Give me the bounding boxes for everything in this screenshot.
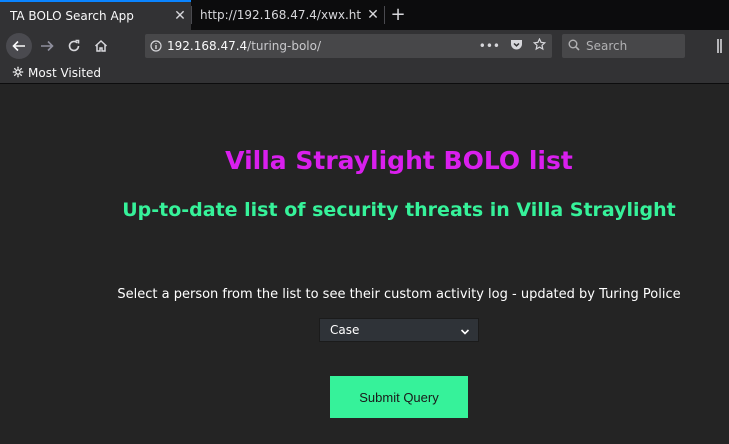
bookmark-star-icon[interactable] [532,37,547,54]
navigation-toolbar: 192.168.47.4/turing-bolo/ ••• Search [0,30,729,62]
close-icon[interactable]: ✕ [362,7,384,23]
submit-button[interactable]: Submit Query [330,376,468,418]
search-icon [568,39,580,54]
tab-active[interactable]: TA BOLO Search App ✕ [0,0,191,30]
forward-arrow-icon[interactable] [34,33,60,59]
tab-label: TA BOLO Search App [10,9,134,23]
bookmark-most-visited[interactable]: Most Visited [12,64,101,82]
reload-icon[interactable] [61,33,87,59]
url-actions: ••• [479,34,547,58]
back-arrow-icon[interactable] [6,33,32,59]
address-bar[interactable]: 192.168.47.4/turing-bolo/ ••• [145,34,552,58]
gear-icon [12,66,24,81]
tab-strip: TA BOLO Search App ✕ http://192.168.47.4… [0,0,729,30]
page-title: Villa Straylight BOLO list [225,146,573,175]
search-input[interactable]: Search [562,34,685,58]
info-icon[interactable] [145,40,167,52]
chevron-down-icon [460,325,470,339]
select-value: Case [330,323,360,337]
page-content: Villa Straylight BOLO list Up-to-date li… [0,84,729,444]
instruction-text: Select a person from the list to see the… [117,287,681,302]
url-text[interactable]: 192.168.47.4/turing-bolo/ [167,39,321,53]
home-icon[interactable] [88,33,114,59]
new-tab-icon[interactable]: + [388,4,408,26]
close-icon[interactable]: ✕ [169,8,191,24]
url-path: /turing-bolo/ [247,39,322,53]
search-placeholder: Search [586,39,628,53]
tab-inactive[interactable]: http://192.168.47.4/xwx.htm ✕ [192,0,384,30]
url-host: 192.168.47.4 [167,39,248,53]
bookmark-label: Most Visited [28,66,102,80]
pocket-icon[interactable] [510,39,523,54]
page-actions-icon[interactable]: ••• [479,39,500,53]
person-select[interactable]: Case [319,318,479,342]
library-icon[interactable] [716,38,729,54]
tab-divider [384,6,385,24]
tab-label: http://192.168.47.4/xwx.htm [200,8,362,22]
bookmarks-toolbar: Most Visited [0,62,729,84]
page-subtitle: Up-to-date list of security threats in V… [122,199,676,221]
